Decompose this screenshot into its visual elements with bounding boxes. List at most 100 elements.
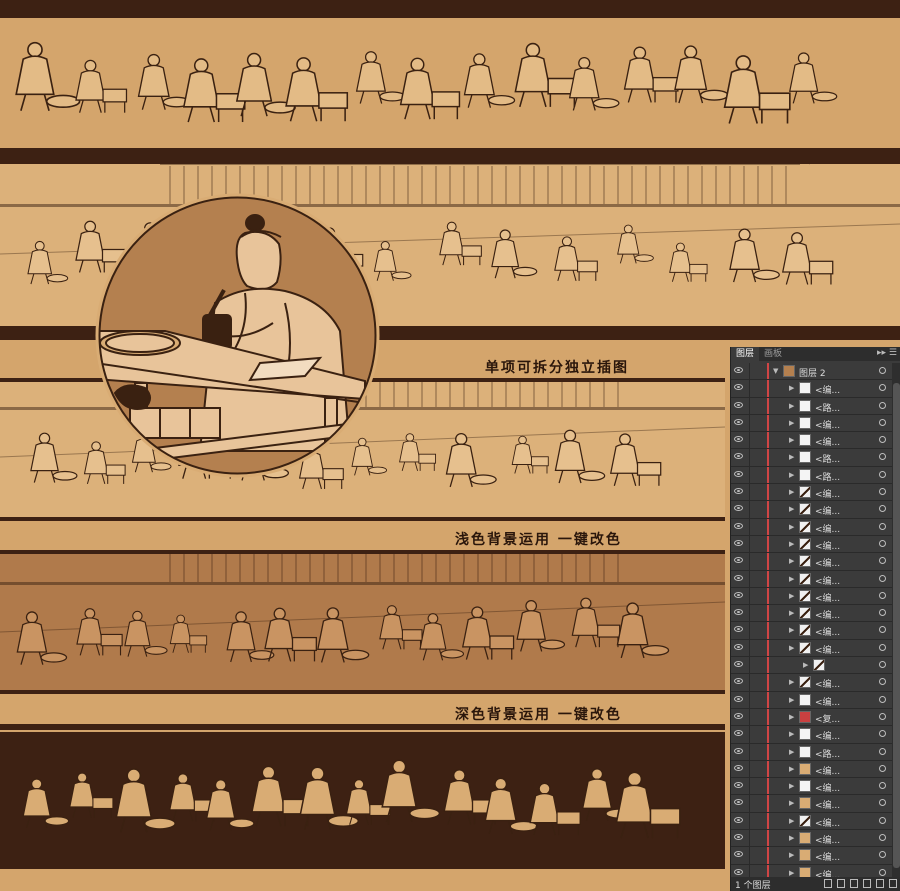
lock-column[interactable] [749,830,750,847]
layer-name[interactable]: <编... [815,418,840,431]
expand-triangle-icon[interactable]: ▶ [789,748,794,756]
visibility-eye-icon[interactable] [734,747,743,754]
visibility-eye-icon[interactable] [734,609,743,616]
visibility-eye-icon[interactable] [734,557,743,564]
visibility-eye-icon[interactable] [734,816,743,823]
lock-column[interactable] [749,553,750,570]
lock-column[interactable] [749,778,750,795]
lock-column[interactable] [749,639,750,657]
layer-row[interactable]: ▶ <编... [731,587,892,606]
visibility-eye-icon[interactable] [734,661,743,668]
layer-name[interactable]: <编... [815,643,840,656]
lock-column[interactable] [749,535,750,553]
visibility-eye-icon[interactable] [734,367,743,373]
panel-menu-icon[interactable]: ▸▸ ☰ [877,348,897,358]
lock-column[interactable] [749,674,750,691]
target-circle-icon[interactable] [879,591,886,599]
expand-triangle-icon[interactable]: ▶ [789,765,794,773]
layer-row[interactable]: ▶ <编... [731,830,892,848]
tab-layers[interactable]: 图层 [731,347,760,361]
expand-triangle-icon[interactable]: ▶ [789,644,794,652]
target-circle-icon[interactable] [879,418,886,426]
expand-triangle-icon[interactable]: ▶ [789,730,794,738]
scrollbar-thumb[interactable] [893,383,900,868]
target-circle-icon[interactable] [879,764,886,772]
layer-row[interactable]: ▶ <编... [731,674,892,692]
target-circle-icon[interactable] [879,712,886,720]
target-circle-icon[interactable] [879,643,886,651]
expand-triangle-icon[interactable]: ▶ [789,488,794,496]
lock-column[interactable] [749,691,750,708]
lock-column[interactable] [749,380,750,397]
layer-row[interactable]: ▶ <编... [731,622,892,640]
expand-triangle-icon[interactable]: ▶ [789,436,794,444]
target-circle-icon[interactable] [879,747,886,755]
visibility-eye-icon[interactable] [734,574,743,581]
visibility-eye-icon[interactable] [734,782,743,789]
lock-column[interactable] [749,484,750,501]
layer-name[interactable]: <编... [815,781,840,794]
layer-name[interactable]: <编... [815,522,840,535]
expand-triangle-icon[interactable]: ▶ [789,782,794,790]
visibility-eye-icon[interactable] [734,626,743,633]
target-circle-icon[interactable] [879,436,886,444]
layer-name[interactable]: <路... [815,401,840,414]
export-icon[interactable] [824,879,832,888]
lock-column[interactable] [749,605,750,622]
expand-triangle-icon[interactable]: ▶ [789,505,794,513]
target-circle-icon[interactable] [879,834,886,842]
expand-triangle-icon[interactable]: ▶ [789,557,794,565]
lock-column[interactable] [749,812,750,830]
layer-row[interactable]: ▶ <编... [731,570,892,588]
layer-name[interactable]: <编... [815,608,840,621]
lock-column[interactable] [749,414,750,432]
target-circle-icon[interactable] [879,799,886,807]
expand-triangle-icon[interactable]: ▶ [789,384,794,392]
target-circle-icon[interactable] [879,730,886,738]
visibility-eye-icon[interactable] [734,453,743,460]
target-circle-icon[interactable] [879,367,886,374]
visibility-eye-icon[interactable] [734,418,743,425]
layer-row[interactable]: ▶ [731,657,892,675]
visibility-eye-icon[interactable] [734,436,743,443]
layer-row[interactable]: ▶ <路... [731,743,892,761]
visibility-eye-icon[interactable] [734,401,743,408]
expand-triangle-icon[interactable]: ▶ [789,678,794,686]
layer-name[interactable]: <编... [815,383,840,396]
locate-object-icon[interactable] [837,879,845,888]
expand-triangle-icon[interactable]: ▶ [789,696,794,704]
layer-group-name[interactable]: 图层 2 [799,366,826,379]
layer-row[interactable]: ▶ <编... [731,484,892,502]
expand-triangle-icon[interactable]: ▶ [789,575,794,583]
expand-triangle-icon[interactable]: ▶ [789,817,794,825]
target-circle-icon[interactable] [879,661,886,669]
expand-triangle-icon[interactable]: ▶ [789,869,794,877]
expand-triangle-icon[interactable]: ▶ [789,713,794,721]
expand-triangle-icon[interactable]: ▶ [789,540,794,548]
layer-name[interactable]: <编... [815,556,840,569]
target-circle-icon[interactable] [879,816,886,824]
layer-name[interactable]: <路... [815,747,840,760]
target-circle-icon[interactable] [879,695,886,703]
layer-row[interactable]: ▶ <编... [731,760,892,779]
layer-name[interactable]: <路... [815,470,840,483]
target-circle-icon[interactable] [879,539,886,547]
visibility-eye-icon[interactable] [734,384,743,391]
layer-row[interactable]: ▶ <编... [731,605,892,623]
delete-layer-icon[interactable] [889,879,897,888]
layer-name[interactable]: <路... [815,452,840,465]
lock-column[interactable] [749,466,750,484]
layer-row[interactable]: ▶ <编... [731,795,892,813]
layer-row[interactable]: ▶ <路... [731,397,892,415]
layer-name[interactable]: <编... [815,850,840,863]
lock-column[interactable] [749,657,750,674]
layer-row[interactable]: ▶ <编... [731,501,892,519]
layer-name[interactable]: <编... [815,868,840,877]
layer-name[interactable]: <编... [815,487,840,500]
lock-column[interactable] [749,708,750,726]
layer-row[interactable]: ▶ <编... [731,691,892,709]
layer-name[interactable]: <编... [815,833,840,846]
visibility-eye-icon[interactable] [734,712,743,719]
visibility-eye-icon[interactable] [734,868,743,875]
lock-column[interactable] [749,501,750,518]
